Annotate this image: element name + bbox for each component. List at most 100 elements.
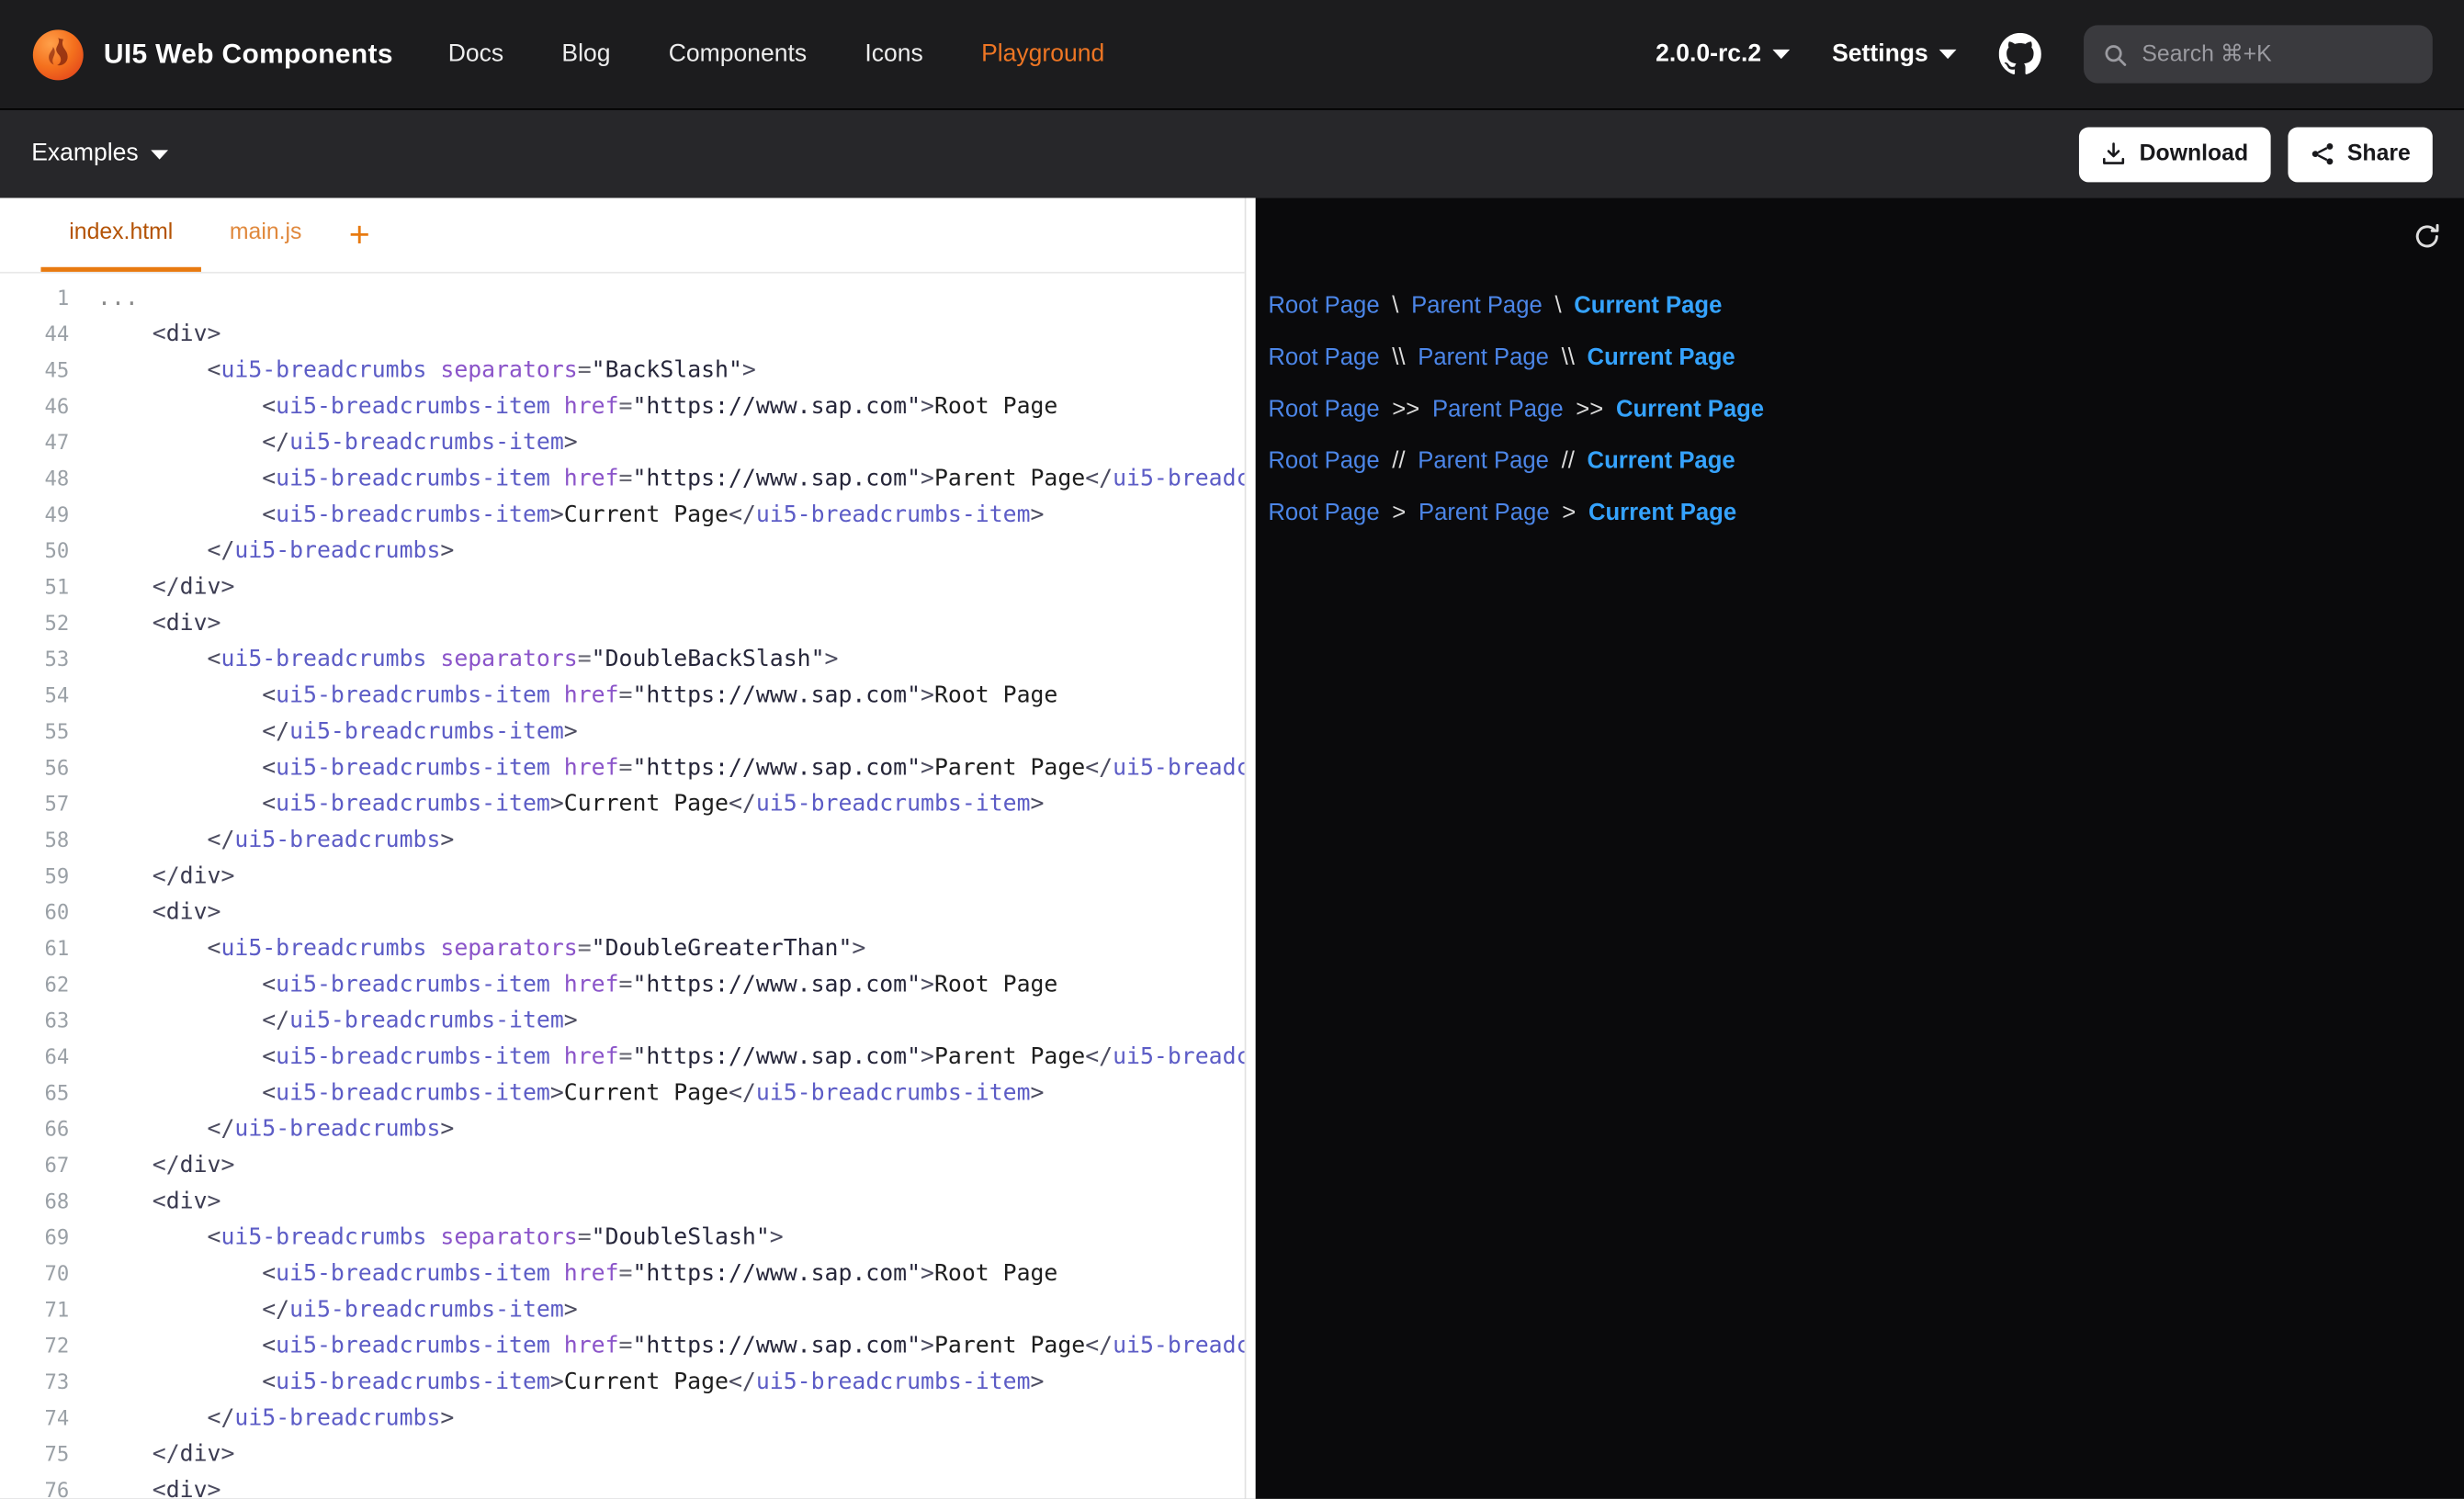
code-line[interactable]: 69 <ui5-breadcrumbs separators="DoubleSl… (0, 1221, 1245, 1257)
code-line[interactable]: 44 <div> (0, 318, 1245, 354)
code-line[interactable]: 50 </ui5-breadcrumbs> (0, 535, 1245, 570)
code-content[interactable]: </ui5-breadcrumbs-item> (69, 715, 577, 750)
code-line[interactable]: 63 </ui5-breadcrumbs-item> (0, 1004, 1245, 1040)
breadcrumb-link[interactable]: Root Page (1268, 396, 1379, 423)
code-content[interactable]: </ui5-breadcrumbs> (69, 1112, 454, 1148)
code-line[interactable]: 48 <ui5-breadcrumbs-item href="https://w… (0, 462, 1245, 498)
code-line[interactable]: 72 <ui5-breadcrumbs-item href="https://w… (0, 1329, 1245, 1365)
code-content[interactable]: <ui5-breadcrumbs-item href="https://www.… (69, 751, 1244, 787)
code-line[interactable]: 70 <ui5-breadcrumbs-item href="https://w… (0, 1257, 1245, 1292)
code-content[interactable]: ... (69, 281, 139, 317)
code-area[interactable]: 1...44 <div>45 <ui5-breadcrumbs separato… (0, 274, 1245, 1499)
code-line[interactable]: 67 </div> (0, 1148, 1245, 1184)
code-line[interactable]: 57 <ui5-breadcrumbs-item>Current Page</u… (0, 787, 1245, 823)
breadcrumb-link[interactable]: Root Page (1268, 447, 1379, 474)
download-button[interactable]: Download (2080, 127, 2270, 182)
code-line[interactable]: 47 </ui5-breadcrumbs-item> (0, 426, 1245, 462)
brand-link[interactable]: UI5 Web Components (31, 28, 393, 81)
breadcrumb-link[interactable]: Root Page (1268, 344, 1379, 371)
code-content[interactable]: </div> (69, 570, 234, 606)
nav-link-components[interactable]: Components (669, 40, 807, 69)
code-content[interactable]: <div> (69, 318, 220, 354)
code-line[interactable]: 68 <div> (0, 1185, 1245, 1221)
code-line[interactable]: 53 <ui5-breadcrumbs separators="DoubleBa… (0, 643, 1245, 679)
breadcrumb-link[interactable]: Root Page (1268, 500, 1379, 526)
search-input[interactable] (2142, 41, 2413, 66)
code-line[interactable]: 46 <ui5-breadcrumbs-item href="https://w… (0, 389, 1245, 425)
code-content[interactable]: <ui5-breadcrumbs separators="BackSlash"> (69, 354, 756, 389)
code-content[interactable]: </ui5-breadcrumbs> (69, 535, 454, 570)
code-content[interactable]: <ui5-breadcrumbs-item href="https://www.… (69, 679, 1057, 715)
download-icon (2102, 141, 2127, 166)
examples-menu[interactable]: Examples (31, 140, 168, 168)
tab-main.js[interactable]: main.js (201, 198, 330, 272)
nav-link-blog[interactable]: Blog (561, 40, 610, 69)
breadcrumb-link[interactable]: Root Page (1268, 292, 1379, 319)
code-line[interactable]: 65 <ui5-breadcrumbs-item>Current Page</u… (0, 1076, 1245, 1112)
code-line[interactable]: 58 </ui5-breadcrumbs> (0, 823, 1245, 859)
breadcrumb-current: Current Page (1588, 500, 1736, 526)
nav-link-playground[interactable]: Playground (981, 40, 1104, 69)
github-link[interactable] (1999, 33, 2041, 75)
code-line[interactable]: 64 <ui5-breadcrumbs-item href="https://w… (0, 1040, 1245, 1076)
code-content[interactable]: <ui5-breadcrumbs-item>Current Page</ui5-… (69, 787, 1044, 823)
code-line[interactable]: 54 <ui5-breadcrumbs-item href="https://w… (0, 679, 1245, 715)
code-line[interactable]: 62 <ui5-breadcrumbs-item href="https://w… (0, 968, 1245, 1004)
code-line[interactable]: 59 </div> (0, 860, 1245, 896)
code-line[interactable]: 61 <ui5-breadcrumbs separators="DoubleGr… (0, 931, 1245, 967)
code-line[interactable]: 71 </ui5-breadcrumbs-item> (0, 1293, 1245, 1329)
version-menu[interactable]: 2.0.0-rc.2 (1656, 40, 1790, 69)
code-line[interactable]: 51 </div> (0, 570, 1245, 606)
nav-link-docs[interactable]: Docs (448, 40, 503, 69)
panel-splitter[interactable] (1245, 198, 1256, 1499)
code-line[interactable]: 45 <ui5-breadcrumbs separators="BackSlas… (0, 354, 1245, 389)
settings-menu[interactable]: Settings (1832, 40, 1956, 69)
code-content[interactable]: </ui5-breadcrumbs-item> (69, 426, 577, 462)
code-line[interactable]: 56 <ui5-breadcrumbs-item href="https://w… (0, 751, 1245, 787)
code-content[interactable]: <div> (69, 1185, 220, 1221)
code-line[interactable]: 75 </div> (0, 1437, 1245, 1473)
code-line[interactable]: 60 <div> (0, 896, 1245, 931)
share-button[interactable]: Share (2288, 127, 2433, 182)
breadcrumb-link[interactable]: Parent Page (1418, 447, 1549, 474)
code-content[interactable]: </div> (69, 1148, 234, 1184)
code-content[interactable]: <ui5-breadcrumbs-item href="https://www.… (69, 462, 1244, 498)
tab-index.html[interactable]: index.html (40, 198, 201, 272)
code-content[interactable]: </ui5-breadcrumbs> (69, 823, 454, 859)
code-content[interactable]: <div> (69, 1473, 220, 1498)
nav-link-icons[interactable]: Icons (865, 40, 922, 69)
code-content[interactable]: </ui5-breadcrumbs-item> (69, 1293, 577, 1329)
code-line[interactable]: 1... (0, 281, 1245, 317)
breadcrumb-link[interactable]: Parent Page (1418, 500, 1550, 526)
code-content[interactable]: <ui5-breadcrumbs separators="DoubleGreat… (69, 931, 865, 967)
code-content[interactable]: <ui5-breadcrumbs-item href="https://www.… (69, 389, 1057, 425)
breadcrumb-link[interactable]: Parent Page (1418, 344, 1549, 371)
code-content[interactable]: </div> (69, 1437, 234, 1473)
code-line[interactable]: 52 <div> (0, 606, 1245, 642)
code-content[interactable]: <div> (69, 896, 220, 931)
code-line[interactable]: 76 <div> (0, 1473, 1245, 1498)
code-line[interactable]: 66 </ui5-breadcrumbs> (0, 1112, 1245, 1148)
refresh-button[interactable] (2413, 220, 2442, 250)
code-content[interactable]: <ui5-breadcrumbs-item>Current Page</ui5-… (69, 1076, 1044, 1112)
code-content[interactable]: <ui5-breadcrumbs-item href="https://www.… (69, 1329, 1244, 1365)
code-content[interactable]: <ui5-breadcrumbs separators="DoubleSlash… (69, 1221, 783, 1257)
breadcrumb-link[interactable]: Parent Page (1411, 292, 1543, 319)
search-box[interactable] (2084, 25, 2433, 83)
code-content[interactable]: </ui5-breadcrumbs> (69, 1402, 454, 1437)
code-content[interactable]: </ui5-breadcrumbs-item> (69, 1004, 577, 1040)
code-content[interactable]: <ui5-breadcrumbs-item href="https://www.… (69, 968, 1057, 1004)
code-line[interactable]: 73 <ui5-breadcrumbs-item>Current Page</u… (0, 1365, 1245, 1401)
code-content[interactable]: <ui5-breadcrumbs-item href="https://www.… (69, 1257, 1057, 1292)
code-line[interactable]: 74 </ui5-breadcrumbs> (0, 1402, 1245, 1437)
code-line[interactable]: 49 <ui5-breadcrumbs-item>Current Page</u… (0, 498, 1245, 534)
code-content[interactable]: <ui5-breadcrumbs-item>Current Page</ui5-… (69, 1365, 1044, 1401)
code-content[interactable]: <ui5-breadcrumbs-item href="https://www.… (69, 1040, 1244, 1076)
code-content[interactable]: </div> (69, 860, 234, 896)
code-line[interactable]: 55 </ui5-breadcrumbs-item> (0, 715, 1245, 750)
new-tab-button[interactable]: + (330, 198, 389, 272)
breadcrumb-link[interactable]: Parent Page (1432, 396, 1564, 423)
code-content[interactable]: <ui5-breadcrumbs separators="DoubleBackS… (69, 643, 838, 679)
code-content[interactable]: <ui5-breadcrumbs-item>Current Page</ui5-… (69, 498, 1044, 534)
code-content[interactable]: <div> (69, 606, 220, 642)
